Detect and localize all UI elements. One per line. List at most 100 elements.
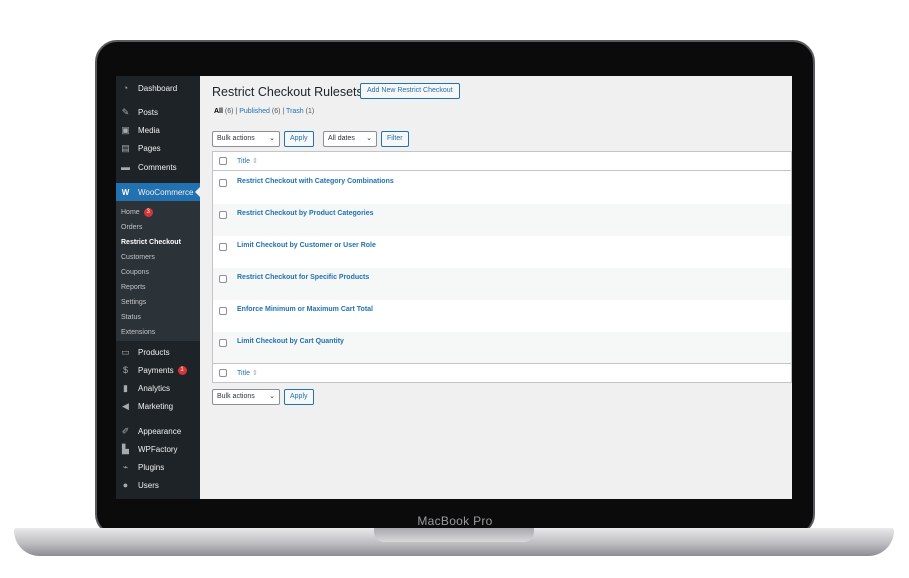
apply-button-bottom[interactable]: Apply <box>284 389 314 405</box>
sidebar-item-label: Marketing <box>138 401 174 411</box>
row-title-link[interactable]: Restrict Checkout for Specific Products <box>237 274 369 281</box>
table-row: Limit Checkout by Cart Quantity <box>213 332 791 364</box>
sort-icon[interactable]: ⇕ <box>252 157 258 165</box>
sidebar-item-label: Dashboard <box>138 83 178 93</box>
title-column-header[interactable]: Title <box>237 370 250 377</box>
submenu-item-label: Home <box>121 208 140 216</box>
sidebar-item-users[interactable]: ● Users <box>116 477 200 493</box>
date-filter-select[interactable]: All dates ⌄ <box>323 131 377 147</box>
sidebar-item-label: WPFactory <box>138 444 178 454</box>
row-title-link[interactable]: Enforce Minimum or Maximum Cart Total <box>237 306 373 313</box>
bulk-actions-select[interactable]: Bulk actions ⌄ <box>212 131 280 147</box>
row-checkbox[interactable] <box>219 275 227 283</box>
sidebar-item-label: Products <box>138 347 170 357</box>
media-icon: ▣ <box>121 124 130 135</box>
row-checkbox[interactable] <box>219 307 227 315</box>
chevron-down-icon: ⌄ <box>269 135 275 142</box>
sidebar-item-wpfactory[interactable]: ▙ WPFactory <box>116 441 200 457</box>
filter-button[interactable]: Filter <box>381 131 409 147</box>
appearance-icon: ✐ <box>121 425 130 436</box>
submenu-item-extensions[interactable]: Extensions <box>121 326 155 338</box>
select-all-checkbox[interactable] <box>219 157 227 165</box>
filter-count: (6) <box>271 108 281 115</box>
sidebar-item-woocommerce[interactable]: W WooCommerce <box>116 183 200 201</box>
row-checkbox[interactable] <box>219 339 227 347</box>
submenu-item-status[interactable]: Status <box>121 311 141 323</box>
sidebar-item-products[interactable]: ▭ Products <box>116 344 200 360</box>
bulk-actions-value: Bulk actions <box>217 135 255 142</box>
submenu-item-orders[interactable]: Orders <box>121 221 142 233</box>
filter-count: (1) <box>305 108 315 115</box>
screen: ◔ Dashboard ✎ Posts ▣ Media ▤ Pages ▬ Co… <box>116 76 792 499</box>
row-title-link[interactable]: Limit Checkout by Customer or User Role <box>237 242 376 249</box>
filter-published-link[interactable]: Published <box>239 108 270 115</box>
main-content: Restrict Checkout Rulesets Add New Restr… <box>200 76 792 499</box>
products-icon: ▭ <box>121 346 130 357</box>
row-checkbox[interactable] <box>219 211 227 219</box>
plugins-icon: ⌁ <box>122 461 129 472</box>
sidebar-item-analytics[interactable]: ▮ Analytics <box>116 380 200 396</box>
filter-all-link[interactable]: All <box>214 108 223 115</box>
table-footer: Title ⇕ <box>213 363 792 382</box>
table-row: Restrict Checkout for Specific Products <box>213 268 791 300</box>
sidebar-item-pages[interactable]: ▤ Pages <box>116 140 200 156</box>
laptop-notch <box>374 528 534 542</box>
status-filter-links: All (6) | Published (6) | Trash (1) <box>214 108 314 115</box>
sidebar-item-label: Analytics <box>138 383 171 393</box>
filter-count: (6) <box>224 108 234 115</box>
sidebar-item-posts[interactable]: ✎ Posts <box>116 104 200 120</box>
users-icon: ● <box>122 480 129 490</box>
dashboard-icon: ◔ <box>122 83 129 93</box>
sidebar-item-label: Media <box>138 125 160 135</box>
row-title-link[interactable]: Limit Checkout by Cart Quantity <box>237 338 344 345</box>
sidebar-item-label: Posts <box>138 107 159 117</box>
rulesets-table: Title ⇕ Restrict Checkout with Category … <box>212 151 792 383</box>
sidebar-item-media[interactable]: ▣ Media <box>116 122 200 138</box>
notification-badge: 1 <box>177 365 187 375</box>
apply-button[interactable]: Apply <box>284 131 314 147</box>
chevron-down-icon: ⌄ <box>366 135 372 142</box>
table-header: Title ⇕ <box>213 152 792 171</box>
marketing-icon: ◀ <box>122 400 129 411</box>
title-column-header[interactable]: Title <box>237 158 250 165</box>
sort-icon[interactable]: ⇕ <box>252 369 258 377</box>
add-new-button[interactable]: Add New Restrict Checkout <box>360 83 460 99</box>
pages-icon: ▤ <box>121 142 130 153</box>
sidebar-item-label: Appearance <box>138 426 182 436</box>
submenu-item-settings[interactable]: Settings <box>121 296 146 308</box>
payments-icon: $ <box>122 365 128 375</box>
sidebar-item-marketing[interactable]: ◀ Marketing <box>116 398 200 414</box>
sidebar-item-label: Payments <box>138 365 174 375</box>
sidebar-item-appearance[interactable]: ✐ Appearance <box>116 423 200 439</box>
sidebar-item-label: Comments <box>138 162 177 172</box>
sidebar-item-label: WooCommerce <box>138 187 194 197</box>
sidebar-item-dashboard[interactable]: ◔ Dashboard <box>116 80 200 96</box>
sidebar-item-comments[interactable]: ▬ Comments <box>116 159 200 175</box>
select-all-checkbox[interactable] <box>219 369 227 377</box>
row-checkbox[interactable] <box>219 243 227 251</box>
row-title-link[interactable]: Restrict Checkout by Product Categories <box>237 210 374 217</box>
device-label: MacBook Pro <box>417 514 493 528</box>
filter-trash-link[interactable]: Trash <box>286 108 304 115</box>
submenu-item-restrict-checkout[interactable]: Restrict Checkout <box>121 236 181 248</box>
sidebar-item-payments[interactable]: $ Payments 1 <box>116 362 200 378</box>
bulk-actions-select-bottom[interactable]: Bulk actions ⌄ <box>212 389 280 405</box>
table-row: Restrict Checkout with Category Combinat… <box>213 172 791 204</box>
wpfactory-icon: ▙ <box>122 443 129 454</box>
analytics-icon: ▮ <box>123 382 128 393</box>
submenu-item-coupons[interactable]: Coupons <box>121 266 149 278</box>
table-row: Restrict Checkout by Product Categories <box>213 204 791 236</box>
submenu-item-reports[interactable]: Reports <box>121 281 146 293</box>
table-row: Enforce Minimum or Maximum Cart Total <box>213 300 791 332</box>
notification-badge: 3 <box>143 207 153 217</box>
bulk-actions-value: Bulk actions <box>217 393 255 400</box>
row-checkbox[interactable] <box>219 179 227 187</box>
sidebar-item-label: Users <box>138 480 159 490</box>
table-row: Limit Checkout by Customer or User Role <box>213 236 791 268</box>
sidebar-item-plugins[interactable]: ⌁ Plugins <box>116 459 200 475</box>
submenu-item-customers[interactable]: Customers <box>121 251 155 263</box>
submenu-item-home[interactable]: Home 3 <box>121 206 153 218</box>
row-title-link[interactable]: Restrict Checkout with Category Combinat… <box>237 178 394 185</box>
comments-icon: ▬ <box>121 162 130 172</box>
date-filter-value: All dates <box>328 135 355 142</box>
